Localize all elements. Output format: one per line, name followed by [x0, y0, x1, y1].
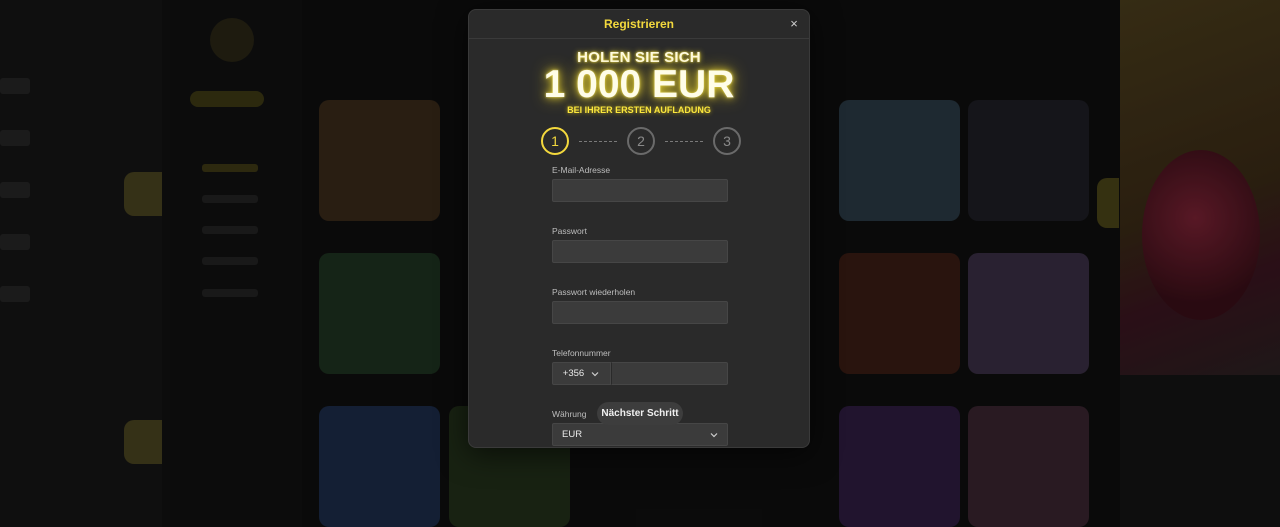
chevron-down-icon	[710, 432, 718, 437]
next-step-button[interactable]: Nächster Schritt	[597, 402, 683, 425]
password-repeat-field[interactable]	[553, 302, 727, 323]
phone-number-field[interactable]	[612, 363, 727, 384]
promo-subline: BEI IHRER ERSTEN AUFLADUNG	[567, 105, 711, 115]
step-3: 3	[713, 127, 741, 155]
phone-input-wrapper	[611, 362, 728, 385]
currency-select[interactable]: EUR	[552, 423, 728, 446]
email-label: E-Mail-Adresse	[552, 165, 611, 175]
close-icon[interactable]: ×	[786, 16, 802, 32]
chevron-down-icon	[591, 371, 599, 376]
email-field[interactable]	[553, 180, 727, 201]
phone-row: +356	[552, 362, 728, 385]
modal-header: Registrieren ×	[469, 10, 809, 39]
phone-label: Telefonnummer	[552, 348, 611, 358]
password-label: Passwort	[552, 226, 587, 236]
country-code-value: +356	[562, 368, 585, 379]
step-2: 2	[627, 127, 655, 155]
bonus-promo: HOLEN SIE SICH 1 000 EUR BEI IHRER ERSTE…	[469, 49, 809, 115]
password-repeat-field-wrapper	[552, 301, 728, 324]
step-1: 1	[541, 127, 569, 155]
step-connector	[579, 140, 617, 142]
email-field-wrapper	[552, 179, 728, 202]
step-connector	[665, 140, 703, 142]
registration-modal: Registrieren × HOLEN SIE SICH 1 000 EUR …	[468, 9, 810, 448]
currency-value: EUR	[562, 429, 583, 440]
modal-title: Registrieren	[603, 17, 675, 31]
country-code-select[interactable]: +356	[552, 362, 611, 385]
step-indicator: 1 2 3	[541, 126, 741, 156]
promo-amount: 1 000 EUR	[543, 63, 735, 106]
password-repeat-label: Passwort wiederholen	[552, 287, 636, 297]
password-field-wrapper	[552, 240, 728, 263]
password-field[interactable]	[553, 241, 727, 262]
